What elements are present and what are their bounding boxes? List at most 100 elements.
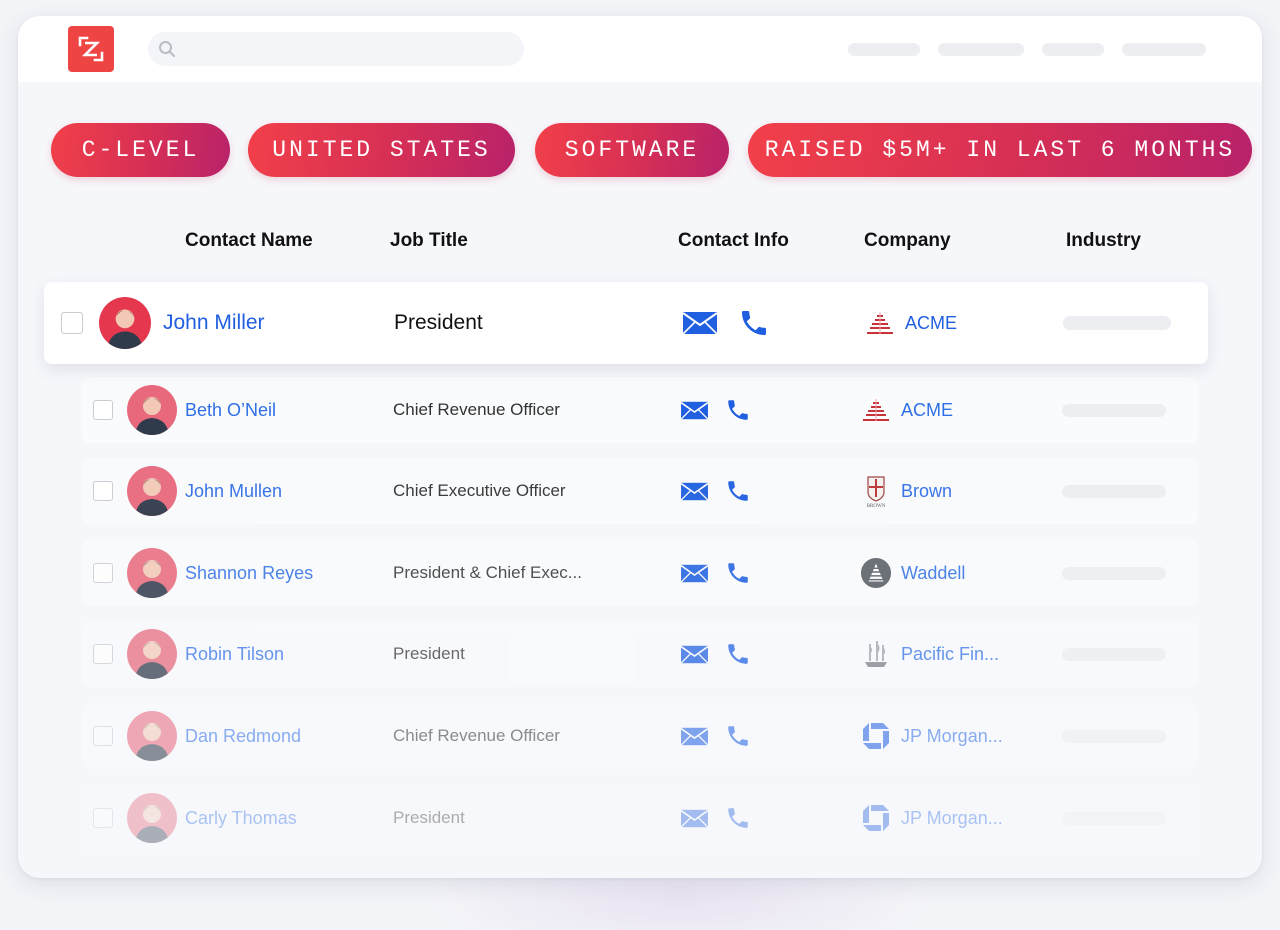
avatar[interactable]	[99, 297, 151, 349]
avatar[interactable]	[127, 385, 177, 435]
row-checkbox[interactable]	[93, 563, 113, 583]
contact-info-cell	[680, 703, 751, 769]
industry-placeholder	[1062, 647, 1166, 661]
contact-info-cell	[680, 621, 751, 687]
column-header-job-title[interactable]: Job Title	[390, 230, 468, 252]
avatar-cell	[127, 458, 177, 524]
waddell-logo-icon	[860, 557, 892, 589]
email-icon[interactable]	[682, 311, 718, 335]
person-silhouette-icon	[135, 560, 169, 598]
phone-icon[interactable]	[725, 723, 751, 749]
contact-name-link[interactable]: Beth O’Neil	[185, 400, 276, 421]
nav-item-placeholder[interactable]	[1122, 43, 1206, 56]
table-row[interactable]: Shannon Reyes President & Chief Exec... …	[82, 540, 1198, 606]
industry-cell	[1062, 621, 1166, 687]
email-icon[interactable]	[680, 645, 709, 664]
avatar[interactable]	[127, 629, 177, 679]
app-window: C-LEVEL UNITED STATES SOFTWARE RAISED $5…	[18, 16, 1262, 878]
industry-placeholder	[1062, 403, 1166, 417]
company-cell: ACME	[860, 377, 953, 443]
acme-logo-icon	[864, 307, 896, 339]
contact-info-cell	[680, 458, 751, 524]
row-checkbox[interactable]	[93, 481, 113, 501]
phone-icon[interactable]	[725, 805, 751, 831]
email-icon[interactable]	[680, 727, 709, 746]
nav-item-placeholder[interactable]	[938, 43, 1024, 56]
contact-name-cell: John Miller	[163, 282, 265, 364]
filter-chip-c-level[interactable]: C-LEVEL	[51, 123, 230, 177]
phone-icon[interactable]	[725, 560, 751, 586]
phone-icon[interactable]	[738, 307, 770, 339]
company-link[interactable]: Brown	[901, 481, 952, 502]
brown-logo-icon: BROWN	[860, 475, 892, 508]
contact-name-link[interactable]: Dan Redmond	[185, 726, 301, 747]
industry-placeholder	[1062, 484, 1166, 498]
contact-name-link[interactable]: Shannon Reyes	[185, 563, 313, 584]
company-cell: JP Morgan...	[860, 703, 1003, 769]
contact-info-cell	[680, 785, 751, 851]
email-icon[interactable]	[680, 401, 709, 420]
person-silhouette-icon	[107, 309, 143, 349]
contact-info-cell	[680, 540, 751, 606]
phone-icon[interactable]	[725, 641, 751, 667]
filter-chip-software[interactable]: SOFTWARE	[535, 123, 729, 177]
phone-icon[interactable]	[725, 397, 751, 423]
email-icon[interactable]	[680, 809, 709, 828]
row-checkbox[interactable]	[93, 726, 113, 746]
nav-item-placeholder[interactable]	[848, 43, 920, 56]
nav-item-placeholder[interactable]	[1042, 43, 1104, 56]
table-row[interactable]: Carly Thomas President JP Morgan...	[82, 785, 1198, 851]
avatar[interactable]	[127, 793, 177, 843]
column-header-industry[interactable]: Industry	[1066, 230, 1141, 252]
company-link[interactable]: ACME	[901, 400, 953, 421]
contact-name-link[interactable]: John Miller	[163, 311, 265, 335]
contact-name-link[interactable]: Carly Thomas	[185, 808, 297, 829]
avatar[interactable]	[127, 466, 177, 516]
email-icon[interactable]	[680, 482, 709, 501]
table-row[interactable]: John Mullen Chief Executive Officer BROW…	[82, 458, 1198, 524]
row-checkbox[interactable]	[93, 400, 113, 420]
ship-logo-icon	[860, 638, 892, 670]
contact-name-link[interactable]: Robin Tilson	[185, 644, 284, 665]
job-title-text: Chief Revenue Officer	[393, 726, 560, 745]
row-checkbox-cell	[61, 282, 83, 364]
job-title-text: President	[393, 644, 465, 663]
top-bar	[18, 16, 1262, 82]
company-link[interactable]: JP Morgan...	[901, 726, 1003, 747]
row-checkbox-cell	[93, 377, 113, 443]
industry-placeholder	[1062, 729, 1166, 743]
avatar[interactable]	[127, 711, 177, 761]
industry-cell	[1062, 540, 1166, 606]
column-header-contact-name[interactable]: Contact Name	[185, 230, 313, 252]
zoominfo-logo[interactable]	[68, 26, 114, 72]
table-row-featured[interactable]: John Miller President ACME	[44, 282, 1208, 364]
table-row[interactable]: Robin Tilson President Pacific Fin...	[82, 621, 1198, 687]
company-link[interactable]: Waddell	[901, 563, 965, 584]
contact-name-link[interactable]: John Mullen	[185, 481, 282, 502]
company-link[interactable]: JP Morgan...	[901, 808, 1003, 829]
filter-chip-raised-funding[interactable]: RAISED $5M+ IN LAST 6 MONTHS	[748, 123, 1252, 177]
contact-name-cell: Beth O’Neil	[185, 377, 276, 443]
row-checkbox[interactable]	[61, 312, 83, 334]
company-link[interactable]: ACME	[905, 313, 957, 334]
contact-name-cell: Shannon Reyes	[185, 540, 313, 606]
avatar-cell	[127, 377, 177, 443]
company-cell: Pacific Fin...	[860, 621, 999, 687]
contact-name-cell: Carly Thomas	[185, 785, 297, 851]
person-silhouette-icon	[135, 478, 169, 516]
logo-z-icon	[78, 36, 104, 62]
avatar[interactable]	[127, 548, 177, 598]
contact-info-cell	[680, 377, 751, 443]
filter-chip-united-states[interactable]: UNITED STATES	[248, 123, 515, 177]
table-row[interactable]: Beth O’Neil Chief Revenue Officer ACME	[82, 377, 1198, 443]
phone-icon[interactable]	[725, 478, 751, 504]
row-checkbox[interactable]	[93, 808, 113, 828]
row-checkbox[interactable]	[93, 644, 113, 664]
industry-placeholder	[1062, 566, 1166, 580]
column-header-contact-info[interactable]: Contact Info	[678, 230, 789, 252]
email-icon[interactable]	[680, 564, 709, 583]
company-link[interactable]: Pacific Fin...	[901, 644, 999, 665]
search-input[interactable]	[148, 32, 524, 66]
column-header-company[interactable]: Company	[864, 230, 951, 252]
table-row[interactable]: Dan Redmond Chief Revenue Officer JP Mor…	[82, 703, 1198, 769]
